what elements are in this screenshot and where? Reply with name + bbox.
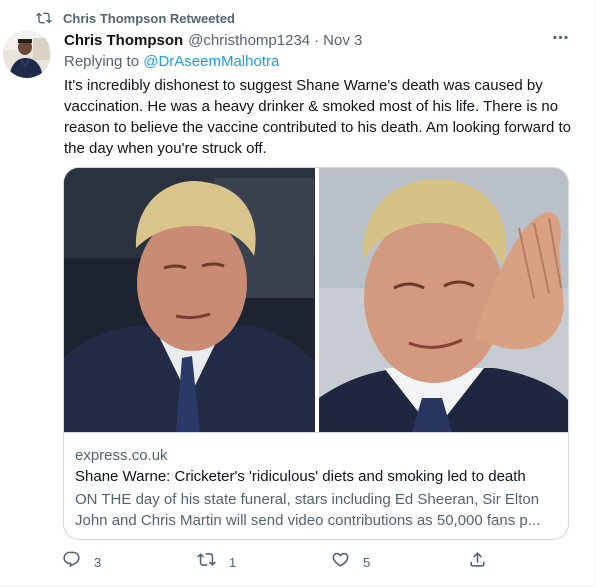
author-name[interactable]: Chris Thompson (64, 32, 183, 49)
more-dots-icon (551, 28, 570, 52)
card-image[interactable] (64, 168, 568, 432)
retweet-banner: Chris Thompson Retweeted (36, 9, 235, 27)
tweet-date[interactable]: Nov 3 (323, 32, 362, 49)
separator-dot: · (314, 31, 320, 49)
card-domain: express.co.uk (75, 447, 168, 464)
like-count: 5 (363, 554, 371, 570)
share-button[interactable] (468, 550, 487, 574)
card-title: Shane Warne: Cricketer's 'ridiculous' di… (75, 468, 526, 485)
replying-to: Replying to @DrAseemMalhotra (64, 53, 279, 70)
more-options-button[interactable] (547, 29, 573, 51)
retweet-button[interactable]: 1 (197, 550, 236, 574)
author-handle[interactable]: @christhomp1234 (188, 32, 310, 49)
retweet-icon (36, 10, 52, 26)
share-icon (468, 550, 487, 574)
retweet-count: 1 (229, 554, 237, 570)
like-button[interactable]: 5 (331, 550, 370, 574)
reply-count: 3 (94, 554, 102, 570)
reply-icon (62, 550, 81, 574)
tweet-text: It's incredibly dishonest to suggest Sha… (64, 77, 571, 157)
tweet-actions: 3 1 5 (60, 550, 500, 574)
reply-to-mention[interactable]: @DrAseemMalhotra (143, 53, 279, 70)
link-card[interactable]: express.co.uk Shane Warne: Cricketer's '… (63, 167, 569, 540)
tweet-container[interactable]: Chris Thompson Retweeted Chris Thompson … (0, 0, 596, 587)
replying-to-label: Replying to (64, 53, 144, 70)
reply-button[interactable]: 3 (62, 550, 101, 574)
retweet-banner-text[interactable]: Chris Thompson Retweeted (63, 11, 235, 26)
card-body[interactable]: express.co.uk Shane Warne: Cricketer's '… (64, 432, 568, 539)
card-description: ON THE day of his state funeral, stars i… (75, 491, 541, 529)
retweet-icon (197, 550, 216, 574)
avatar[interactable] (3, 30, 51, 78)
heart-icon (331, 550, 350, 574)
tweet-header: Chris Thompson @christhomp1234 · Nov 3 (64, 30, 362, 50)
